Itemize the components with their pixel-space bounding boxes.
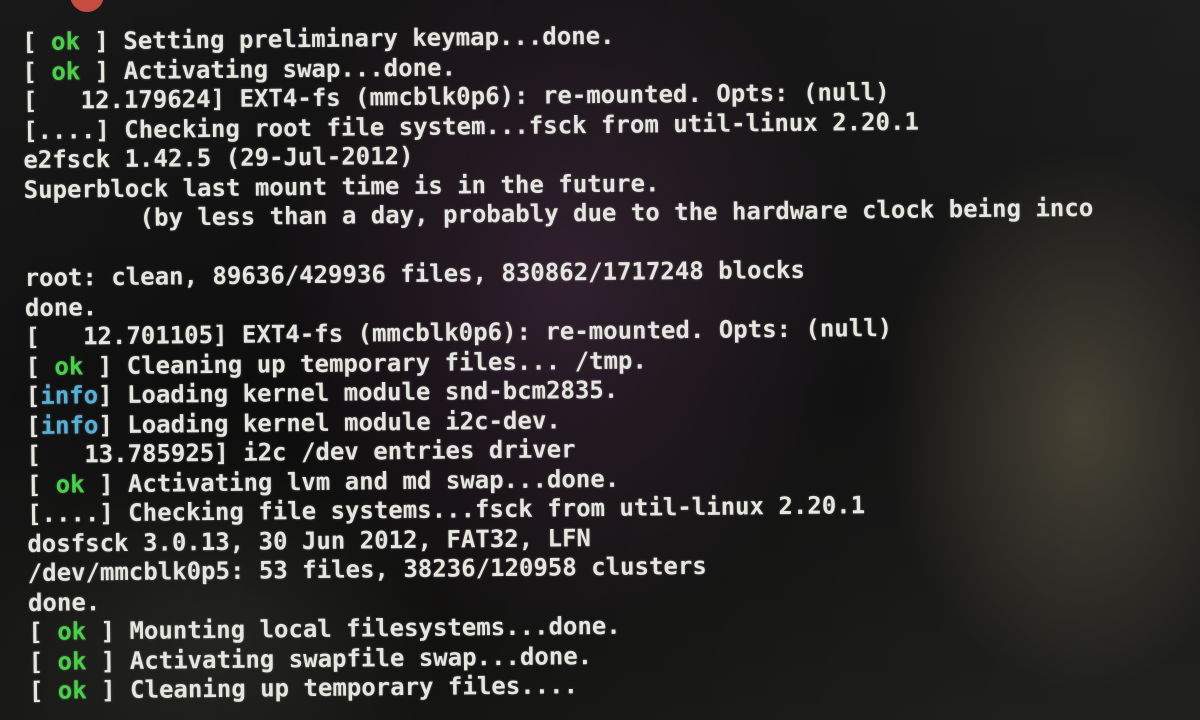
status-ok: ok [55, 469, 85, 499]
monitor-photo: [ ok ] Setting preliminary keymap...done… [0, 0, 1200, 720]
status-ok: ok [57, 676, 87, 705]
status-ok: ok [54, 351, 84, 381]
status-ok: ok [57, 617, 87, 646]
status-info: info [40, 381, 99, 410]
status-info: info [40, 410, 99, 440]
status-ok: ok [57, 646, 87, 676]
boot-console: [ ok ] Setting preliminary keymap...done… [22, 16, 1199, 707]
raspberry-logo-fragment [70, 0, 104, 12]
status-ok: ok [51, 56, 81, 86]
status-ok: ok [50, 27, 81, 56]
